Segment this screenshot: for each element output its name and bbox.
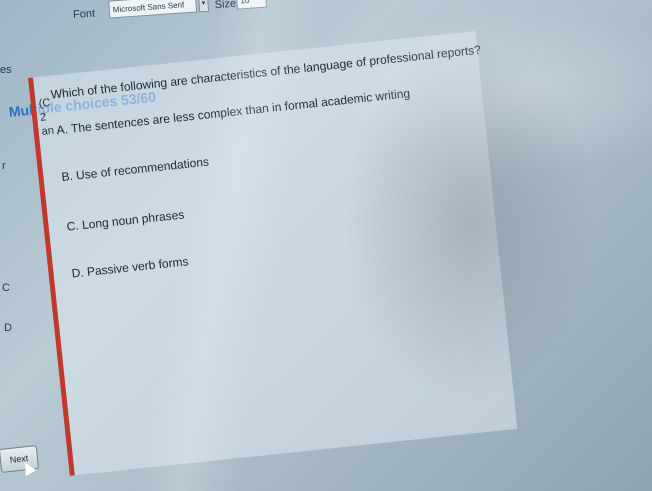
font-label: Font [72,7,96,22]
size-label: Size [214,0,237,12]
option-d[interactable]: D. Passive verb forms [71,254,189,280]
font-select[interactable]: Microsoft Sans Serif [108,0,198,19]
question-panel-wrap: (C 2 an Which of the following are chara… [28,30,518,486]
option-c[interactable]: C. Long noun phrases [66,207,185,233]
option-b-letter: B. [60,168,74,184]
side-label-d: D [4,322,12,334]
size-select[interactable]: 10 [235,0,268,10]
chevron-down-icon[interactable]: ▾ [197,0,210,13]
option-c-text: Long noun phrases [81,207,185,233]
formatting-toolbar: Font Microsoft Sans Serif ▾ Size 10 [60,0,421,30]
option-d-text: Passive verb forms [86,254,190,279]
option-c-letter: C. [66,218,80,234]
option-a-letter: A. [55,122,69,138]
option-b[interactable]: B. Use of recommendations [61,155,210,184]
question-panel: (C 2 an Which of the following are chara… [28,30,518,476]
side-label-r: r [2,160,6,172]
question-number: (C 2 an [38,96,55,138]
option-b-text: Use of recommendations [75,154,210,183]
side-label-c: C [2,282,10,294]
side-label-es: es [0,64,12,76]
option-d-letter: D. [70,265,85,281]
